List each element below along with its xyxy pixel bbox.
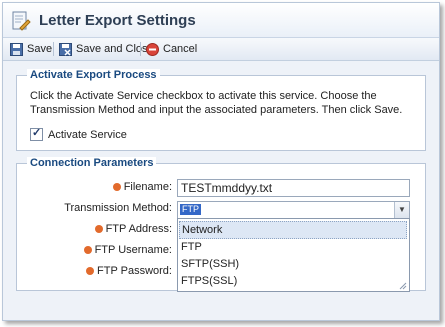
cancel-button[interactable]: Cancel [146, 41, 197, 57]
cancel-icon [146, 42, 159, 56]
required-icon [94, 225, 103, 234]
ftp-address-label-text: FTP Address: [105, 223, 172, 235]
title-bar: Letter Export Settings [3, 3, 439, 38]
dropdown-option[interactable]: Network [179, 221, 407, 239]
ftp-address-row: FTP Address: [17, 223, 172, 239]
activate-export-legend: Activate Export Process [27, 69, 160, 81]
required-icon [83, 246, 92, 255]
activate-help-text: Click the Activate Service checkbox to a… [30, 90, 403, 116]
connection-parameters-group: Connection Parameters Filename: TESTmmdd… [16, 157, 426, 292]
required-icon [112, 183, 121, 192]
ftp-username-label: FTP Username: [83, 244, 172, 256]
save-and-close-label: Save and Close [76, 43, 154, 55]
ftp-password-label-text: FTP Password: [97, 265, 172, 277]
connection-parameters-legend: Connection Parameters [27, 157, 157, 169]
transmission-method-select[interactable]: FTP ▼ [177, 201, 410, 219]
toolbar-divider [140, 42, 141, 56]
save-button[interactable]: Save [10, 41, 52, 57]
transmission-method-value: FTP [180, 204, 201, 215]
cancel-label: Cancel [163, 43, 198, 55]
document-settings-icon [12, 11, 31, 31]
filename-label: Filename: [112, 181, 172, 193]
dropdown-option[interactable]: FTPS(SSL) [179, 273, 405, 289]
resize-grip-icon[interactable] [399, 282, 407, 290]
save-close-icon [59, 42, 72, 56]
ftp-username-row: FTP Username: [17, 244, 172, 260]
dropdown-option[interactable]: FTP [179, 239, 405, 255]
check-icon: ✓ [32, 127, 42, 139]
dialog-title: Letter Export Settings [39, 12, 196, 29]
dialog-window: Letter Export Settings Save Save and Clo… [2, 2, 440, 321]
activate-service-checkbox[interactable]: ✓ Activate Service [30, 127, 127, 141]
filename-input[interactable]: TESTmmddyy.txt [177, 179, 410, 197]
checkbox-box[interactable]: ✓ [30, 127, 43, 141]
ftp-password-label: FTP Password: [86, 265, 172, 277]
toolbar: Save Save and Close Cancel [3, 38, 439, 61]
chevron-down-icon[interactable]: ▼ [394, 202, 409, 218]
filename-label-text: Filename: [123, 181, 172, 193]
toolbar-divider [53, 42, 54, 56]
ftp-password-row: FTP Password: [17, 265, 172, 281]
dropdown-option[interactable]: SFTP(SSH) [179, 256, 405, 272]
save-icon [10, 42, 23, 56]
transmission-method-label: Transmission Method: [64, 202, 172, 214]
transmission-method-dropdown[interactable]: Network FTP SFTP(SSH) FTPS(SSL) [177, 218, 410, 292]
activate-export-group: Activate Export Process Click the Activa… [16, 69, 426, 151]
required-icon [86, 267, 94, 276]
ftp-address-label: FTP Address: [94, 223, 172, 235]
filename-row: Filename: [17, 180, 172, 196]
activate-service-label: Activate Service [48, 128, 127, 141]
ftp-username-label-text: FTP Username: [94, 244, 172, 256]
save-label: Save [27, 43, 53, 55]
